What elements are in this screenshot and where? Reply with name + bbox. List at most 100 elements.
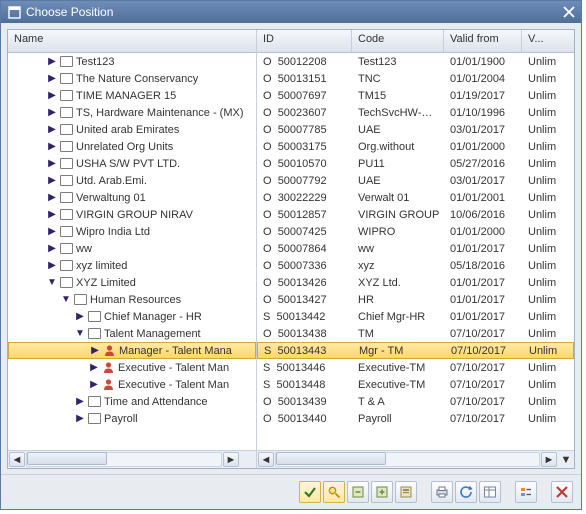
scroll-down-icon[interactable]: ▼ (558, 451, 574, 468)
scroll-thumb[interactable] (276, 452, 386, 465)
layout-button[interactable] (479, 481, 501, 503)
variant-button[interactable] (395, 481, 417, 503)
tree-row[interactable]: ▶Time and Attendance (8, 393, 256, 410)
scroll-thumb[interactable] (27, 452, 107, 465)
expand-toggle-icon[interactable]: ▶ (46, 56, 58, 68)
tree-row[interactable]: ▼Human Resources (8, 291, 256, 308)
expand-toggle-icon[interactable]: ▶ (46, 260, 58, 272)
tree-row-details[interactable]: S 50013448Executive-TM07/10/2017Unlim (257, 376, 574, 393)
tree-row[interactable]: ▶Executive - Talent Man (8, 376, 256, 393)
tree-row[interactable]: ▶VIRGIN GROUP NIRAV (8, 206, 256, 223)
find-button[interactable] (323, 481, 345, 503)
row-id: 50003175 (278, 141, 327, 153)
scroll-right-icon[interactable]: ► (223, 452, 239, 467)
row-type: S (263, 362, 270, 374)
legend-button[interactable] (515, 481, 537, 503)
tree-row-details[interactable]: O 50012857VIRGIN GROUP10/06/2016Unlim (257, 206, 574, 223)
tree-row[interactable]: ▶Wipro India Ltd (8, 223, 256, 240)
expand-toggle-icon[interactable]: ▶ (46, 209, 58, 221)
title-bar[interactable]: Choose Position (1, 1, 581, 23)
expand-toggle-icon[interactable]: ▶ (46, 90, 58, 102)
tree-row[interactable]: ▶Executive - Talent Man (8, 359, 256, 376)
close-button[interactable] (561, 4, 577, 20)
column-header-name[interactable]: Name (8, 30, 256, 52)
tree-row[interactable]: ▶Manager - Talent Mana (8, 342, 256, 359)
tree-row[interactable]: ▶TIME MANAGER 15 (8, 87, 256, 104)
tree-row[interactable]: ▶TS, Hardware Maintenance - (MX) (8, 104, 256, 121)
tree-row-details[interactable]: O 50013427HR01/01/2017Unlim (257, 291, 574, 308)
tree-row-details[interactable]: O 50007697TM1501/19/2017Unlim (257, 87, 574, 104)
expand-toggle-icon[interactable]: ▶ (46, 107, 58, 119)
tree-row-details[interactable]: O 50007864ww01/01/2017Unlim (257, 240, 574, 257)
collapse-button[interactable] (347, 481, 369, 503)
row-valid-to: Unlim (523, 345, 573, 357)
expand-toggle-icon[interactable]: ▶ (74, 413, 86, 425)
org-unit-icon (60, 209, 73, 220)
tree-row-details[interactable]: O 50013438TM07/10/2017Unlim (257, 325, 574, 342)
tree-row-details[interactable]: O 50010570PU1105/27/2016Unlim (257, 155, 574, 172)
left-h-scrollbar[interactable]: ◄ ► (8, 450, 256, 468)
ok-button[interactable] (299, 481, 321, 503)
expand-toggle-icon[interactable]: ▶ (46, 175, 58, 187)
tree-row-details[interactable]: O 50007336xyz05/18/2016Unlim (257, 257, 574, 274)
expand-toggle-icon[interactable]: ▶ (88, 362, 100, 374)
column-header-code[interactable]: Code (352, 30, 444, 52)
expand-toggle-icon[interactable]: ▶ (46, 243, 58, 255)
tree-row[interactable]: ▶Utd. Arab.Emi. (8, 172, 256, 189)
tree-row[interactable]: ▶Test123 (8, 53, 256, 70)
tree-row[interactable]: ▼XYZ Limited (8, 274, 256, 291)
expand-toggle-icon[interactable]: ▶ (46, 124, 58, 136)
scroll-left-icon[interactable]: ◄ (258, 452, 274, 467)
tree-row-details[interactable]: O 50023607TechSvcHW-…01/10/1996Unlim (257, 104, 574, 121)
tree-row[interactable]: ▶xyz limited (8, 257, 256, 274)
tree-row[interactable]: ▶USHA S/W PVT LTD. (8, 155, 256, 172)
scroll-track[interactable] (275, 452, 540, 467)
expand-toggle-icon[interactable]: ▶ (74, 311, 86, 323)
column-header-id[interactable]: ID (257, 30, 352, 52)
tree-row-details[interactable]: S 50013446Executive-TM07/10/2017Unlim (257, 359, 574, 376)
tree-row-details[interactable]: S 50013442Chief Mgr-HR01/01/2017Unlim (257, 308, 574, 325)
expand-toggle-icon[interactable]: ▶ (89, 345, 101, 357)
tree-row[interactable]: ▶The Nature Conservancy (8, 70, 256, 87)
tree-row[interactable]: ▶Verwaltung 01 (8, 189, 256, 206)
tree-row[interactable]: ▼Talent Management (8, 325, 256, 342)
scroll-down-icon[interactable] (240, 451, 256, 468)
tree-row[interactable]: ▶Unrelated Org Units (8, 138, 256, 155)
expand-toggle-icon[interactable]: ▶ (74, 396, 86, 408)
cancel-button[interactable] (551, 481, 573, 503)
expand-toggle-icon[interactable]: ▶ (46, 226, 58, 238)
expand-toggle-icon[interactable]: ▼ (46, 277, 58, 289)
tree-row[interactable]: ▶United arab Emirates (8, 121, 256, 138)
expand-button[interactable] (371, 481, 393, 503)
expand-toggle-icon[interactable]: ▶ (46, 158, 58, 170)
expand-toggle-icon[interactable]: ▶ (46, 192, 58, 204)
tree-row-details[interactable]: O 50003175Org.without01/01/2000Unlim (257, 138, 574, 155)
tree-row-details[interactable]: O 30022229Verwalt 0101/01/2001Unlim (257, 189, 574, 206)
expand-toggle-icon[interactable]: ▶ (46, 141, 58, 153)
expand-toggle-icon[interactable]: ▼ (74, 328, 86, 340)
tree-row[interactable]: ▶Chief Manager - HR (8, 308, 256, 325)
tree-row-details[interactable]: O 50013440Payroll07/10/2017Unlim (257, 410, 574, 427)
expand-toggle-icon[interactable]: ▼ (60, 294, 72, 306)
tree-row-details[interactable]: O 50013426XYZ Ltd.01/01/2017Unlim (257, 274, 574, 291)
org-unit-icon (60, 73, 73, 84)
tree-row[interactable]: ▶Payroll (8, 410, 256, 427)
tree-row-details[interactable]: O 50007792UAE03/01/2017Unlim (257, 172, 574, 189)
scroll-right-icon[interactable]: ► (541, 452, 557, 467)
scroll-track[interactable] (26, 452, 222, 467)
tree-row-details[interactable]: O 50013439T & A07/10/2017Unlim (257, 393, 574, 410)
expand-toggle-icon[interactable]: ▶ (88, 379, 100, 391)
column-header-valid-to[interactable]: V... (522, 30, 574, 52)
tree-row[interactable]: ▶ww (8, 240, 256, 257)
print-button[interactable] (431, 481, 453, 503)
column-header-valid-from[interactable]: Valid from (444, 30, 522, 52)
scroll-left-icon[interactable]: ◄ (9, 452, 25, 467)
tree-row-details[interactable]: O 50013151TNC01/01/2004Unlim (257, 70, 574, 87)
tree-row-details[interactable]: O 50007785UAE03/01/2017Unlim (257, 121, 574, 138)
tree-row-details[interactable]: O 50012208Test12301/01/1900Unlim (257, 53, 574, 70)
expand-toggle-icon[interactable]: ▶ (46, 73, 58, 85)
tree-row-details[interactable]: O 50007425WIPRO01/01/2000Unlim (257, 223, 574, 240)
right-h-scrollbar[interactable]: ◄ ► ▼ (257, 450, 574, 468)
tree-row-details[interactable]: S 50013443Mgr - TM07/10/2017Unlim (257, 342, 574, 359)
refresh-button[interactable] (455, 481, 477, 503)
